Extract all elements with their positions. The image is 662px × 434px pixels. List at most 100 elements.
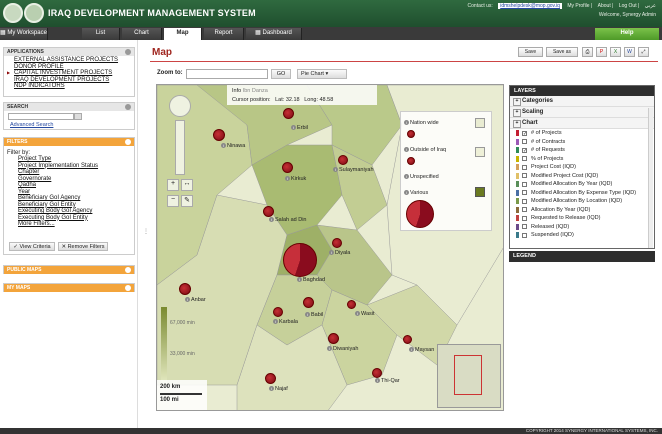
- map-canvas[interactable]: Info Ibn Danza Cursor position: Lat: 32.…: [156, 84, 504, 411]
- print-icon[interactable]: ⎙: [582, 47, 593, 57]
- collapse-icon[interactable]: [125, 139, 131, 145]
- pan-control[interactable]: [169, 95, 191, 117]
- city-label-maysan[interactable]: Maysan: [409, 347, 434, 353]
- layers-header[interactable]: LAYERS: [510, 86, 654, 96]
- zoom-in-icon[interactable]: +: [167, 179, 179, 191]
- minimap-viewport[interactable]: [454, 355, 482, 395]
- zoom-to-input[interactable]: [186, 69, 268, 79]
- app-link-capital-investment[interactable]: CAPITAL INVESTMENT PROJECTS: [4, 70, 134, 77]
- pie-marker-anbar[interactable]: [179, 283, 191, 295]
- city-label-diyala[interactable]: Diyala: [329, 250, 350, 256]
- public-maps-header[interactable]: PUBLIC MAPS: [4, 266, 134, 274]
- layer-item[interactable]: Requested to Release (IQD): [510, 214, 654, 223]
- layer-item[interactable]: ✓ # of Requests: [510, 146, 654, 155]
- layer-checkbox[interactable]: [522, 156, 527, 161]
- layer-checkbox[interactable]: [522, 164, 527, 170]
- more-filters-link[interactable]: More Filters...: [8, 221, 134, 228]
- pie-marker-babil[interactable]: [303, 297, 314, 308]
- language-link[interactable]: عربي: [645, 3, 656, 9]
- about-link[interactable]: About: [598, 3, 611, 9]
- tab-map[interactable]: Map: [164, 28, 202, 40]
- layer-checkbox[interactable]: [522, 181, 527, 187]
- city-label-wasit[interactable]: Wasit: [355, 311, 375, 317]
- pie-marker-diwaniyah[interactable]: [328, 333, 339, 344]
- search-header[interactable]: SEARCH: [4, 103, 134, 111]
- help-button[interactable]: Help: [595, 28, 659, 40]
- legend-panel-header[interactable]: LEGEND: [509, 251, 655, 262]
- save-button[interactable]: Save: [518, 47, 543, 57]
- layer-checkbox[interactable]: [522, 232, 527, 238]
- layer-checkbox[interactable]: [522, 190, 527, 195]
- contact-email-link[interactable]: idmshelpdesk@mop.gov.iq: [498, 3, 562, 9]
- pie-marker-erbil[interactable]: [283, 108, 294, 119]
- applications-header[interactable]: APPLICATIONS: [4, 48, 134, 56]
- my-maps-header[interactable]: MY MAPS: [4, 284, 134, 292]
- word-icon[interactable]: W: [624, 47, 635, 57]
- my-maps-panel[interactable]: MY MAPS: [3, 283, 135, 292]
- city-label-karbala[interactable]: Karbala: [273, 319, 298, 325]
- layer-item[interactable]: Allocation By Year (IQD): [510, 206, 654, 215]
- measure-icon[interactable]: ↔: [181, 179, 193, 191]
- city-label-najaf[interactable]: Najaf: [269, 386, 288, 392]
- layer-section-categories[interactable]: Categories: [510, 96, 654, 107]
- tab-report[interactable]: Report: [204, 28, 244, 40]
- pie-marker-ninawa[interactable]: [213, 129, 225, 141]
- my-profile-link[interactable]: My Profile: [567, 3, 589, 9]
- draw-icon[interactable]: ✎: [181, 195, 193, 207]
- filters-header[interactable]: FILTERS: [4, 138, 134, 146]
- search-icon[interactable]: [74, 113, 82, 120]
- layer-item[interactable]: Modified Allocation By Expense Type (IQD…: [510, 189, 654, 198]
- layers-scrollbar[interactable]: [648, 108, 653, 248]
- city-label-babil[interactable]: Babil: [305, 312, 323, 318]
- expand-icon[interactable]: [125, 285, 131, 291]
- excel-icon[interactable]: X: [610, 47, 621, 57]
- city-label-sulaymaniyah[interactable]: Sulaymaniyah: [333, 167, 374, 173]
- city-label-erbil[interactable]: Erbil: [291, 125, 308, 131]
- pdf-icon[interactable]: P: [596, 47, 607, 57]
- expand-icon[interactable]: [125, 267, 131, 273]
- layer-item[interactable]: # of Contracts: [510, 138, 654, 147]
- zoom-slider[interactable]: [175, 120, 185, 175]
- overview-minimap[interactable]: [437, 344, 501, 408]
- layer-item[interactable]: Modified Allocation By Year (IQD): [510, 180, 654, 189]
- search-input[interactable]: [8, 113, 74, 120]
- city-label-ninawa[interactable]: Ninawa: [221, 143, 245, 149]
- collapse-icon[interactable]: [125, 49, 131, 55]
- save-as-button[interactable]: Save as: [546, 47, 578, 57]
- layer-item[interactable]: % of Projects: [510, 155, 654, 164]
- pie-marker-baghdad[interactable]: [283, 243, 317, 277]
- pie-marker-maysan[interactable]: [403, 335, 412, 344]
- tab-list[interactable]: List: [82, 28, 120, 40]
- pie-marker-wasit[interactable]: [347, 300, 356, 309]
- layer-section-chart[interactable]: Chart: [510, 118, 654, 129]
- pie-marker-diyala[interactable]: [332, 238, 342, 248]
- zoom-out-icon[interactable]: −: [167, 195, 179, 207]
- layer-checkbox[interactable]: [522, 224, 527, 229]
- layer-item[interactable]: Project Cost (IQD): [510, 163, 654, 172]
- pie-marker-kirkuk[interactable]: [282, 162, 293, 173]
- layer-section-scaling[interactable]: Scaling: [510, 107, 654, 118]
- collapse-icon[interactable]: [125, 104, 131, 110]
- layer-checkbox[interactable]: ✓: [522, 147, 527, 153]
- layer-checkbox[interactable]: [522, 139, 527, 144]
- tab-my-workspace[interactable]: ▦ My Workspace: [0, 28, 48, 40]
- public-maps-panel[interactable]: PUBLIC MAPS: [3, 265, 135, 274]
- app-link-ndp-indicators[interactable]: NDP INDICATORS: [4, 83, 134, 90]
- app-link-external-assistance[interactable]: EXTERNAL ASSISTANCE PROJECTS: [4, 57, 134, 64]
- layer-checkbox[interactable]: [522, 207, 527, 212]
- pie-marker-salah-ad-din[interactable]: [263, 206, 274, 217]
- layer-checkbox[interactable]: [522, 198, 527, 204]
- tab-dashboard[interactable]: ▦ Dashboard: [246, 28, 302, 40]
- tab-chart[interactable]: Chart: [122, 28, 162, 40]
- pie-marker-karbala[interactable]: [273, 307, 283, 317]
- layer-checkbox[interactable]: [522, 215, 527, 221]
- city-label-diwaniyah[interactable]: Diwaniyah: [327, 346, 358, 352]
- pie-marker-sulaymaniyah[interactable]: [338, 155, 348, 165]
- logout-link[interactable]: Log Out: [619, 3, 637, 9]
- city-label-baghdad[interactable]: Baghdad: [297, 277, 325, 283]
- layer-item[interactable]: ✓ # of Projects: [510, 129, 654, 138]
- layer-item[interactable]: Modified Allocation By Location (IQD): [510, 197, 654, 206]
- pie-marker-thi-qar[interactable]: [372, 368, 382, 378]
- city-label-kirkuk[interactable]: Kirkuk: [285, 176, 306, 182]
- city-label-thi-qar[interactable]: Thi-Qar: [375, 378, 400, 384]
